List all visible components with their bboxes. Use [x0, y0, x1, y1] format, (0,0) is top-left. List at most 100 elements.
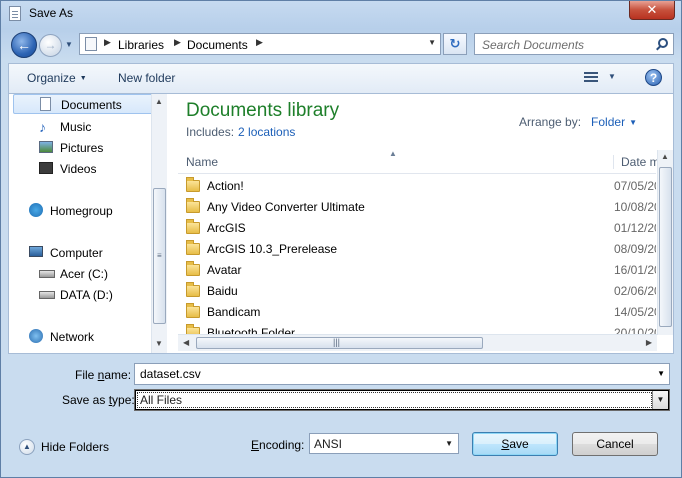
list-item[interactable]: ArcGIS 10.3_Prerelease 08/09/20: [178, 239, 656, 260]
file-date: 08/09/20: [614, 242, 656, 256]
file-name: Action!: [207, 179, 244, 193]
file-name: Baidu: [207, 284, 238, 298]
list-item[interactable]: Any Video Converter Ultimate 10/08/20: [178, 197, 656, 218]
pictures-icon: [39, 141, 53, 153]
list-item[interactable]: Baidu 02/06/20: [178, 281, 656, 302]
address-dropdown-icon[interactable]: ▼: [428, 38, 436, 47]
save-type-select[interactable]: All Files ▼: [134, 389, 670, 411]
save-type-value[interactable]: All Files: [137, 392, 652, 408]
arrange-by-dropdown[interactable]: Folder: [591, 115, 625, 129]
nav-item-label: Documents: [61, 98, 122, 112]
arrange-label: Arrange by:: [519, 115, 582, 129]
network-icon: [29, 329, 43, 343]
nav-item-label: Videos: [60, 162, 97, 176]
file-date: 07/05/20: [614, 179, 656, 193]
list-item[interactable]: Avatar 16/01/20: [178, 260, 656, 281]
computer-icon: [29, 246, 43, 257]
view-dropdown-icon[interactable]: ▼: [608, 72, 616, 81]
file-name: Any Video Converter Ultimate: [207, 200, 365, 214]
label-part: ame:: [104, 368, 132, 382]
nav-item-label: Music: [60, 120, 92, 134]
file-date: 02/06/20: [614, 284, 656, 298]
cancel-button[interactable]: Cancel: [572, 432, 658, 456]
encoding-select[interactable]: ANSI ▼: [309, 433, 459, 454]
music-icon: ♪: [39, 119, 46, 135]
scroll-up-icon[interactable]: ▲: [155, 97, 163, 106]
notepad-icon: [9, 6, 21, 21]
list-item[interactable]: Bandicam 14/05/20: [178, 302, 656, 323]
chevron-down-icon: ▼: [79, 75, 87, 82]
chevron-down-icon[interactable]: ▼: [657, 369, 665, 378]
command-bar: Organize ▼ New folder ▼ ?: [8, 63, 674, 93]
breadcrumb-documents[interactable]: Documents: [187, 38, 248, 52]
recent-pages-dropdown[interactable]: ▼: [65, 40, 73, 49]
chevron-down-icon[interactable]: ▼: [629, 118, 637, 127]
save-button[interactable]: Save: [472, 432, 558, 456]
grip-icon: ≡: [157, 251, 162, 260]
nav-item-label: Acer (C:): [60, 267, 108, 281]
navigation-pane: Documents ♪ Music Pictures Videos Homegr…: [9, 94, 167, 353]
file-date: 14/05/20: [614, 305, 656, 319]
back-button[interactable]: ←: [11, 32, 37, 58]
file-date: 16/01/20: [614, 263, 656, 277]
file-name: Bluetooth Folder: [207, 326, 296, 334]
scroll-right-icon[interactable]: ▶: [646, 338, 652, 347]
scroll-up-icon[interactable]: ▲: [661, 152, 669, 161]
file-name: Avatar: [207, 263, 242, 277]
organize-label: Organize: [27, 71, 76, 85]
window-title: Save As: [29, 6, 74, 20]
file-list-horizontal-scrollbar[interactable]: ◀ ||| ▶: [178, 334, 657, 351]
organize-button[interactable]: Organize ▼: [27, 71, 87, 85]
title-bar: Save As ✕: [1, 1, 681, 27]
close-button[interactable]: ✕: [629, 1, 675, 20]
folder-icon: [186, 303, 200, 318]
new-folder-button[interactable]: New folder: [118, 71, 175, 85]
folder-icon: [186, 324, 200, 334]
address-bar[interactable]: ▶ Libraries ▶ Documents ▶ ▼: [79, 33, 441, 55]
file-list-pane: Documents library Includes: 2 locations A…: [168, 94, 673, 353]
list-item[interactable]: ArcGIS 01/12/20: [178, 218, 656, 239]
file-name: ArcGIS: [207, 221, 246, 235]
save-as-dialog: Save As ✕ ← → ▼ ▶ Libraries ▶ Documents …: [0, 0, 682, 478]
scroll-down-icon[interactable]: ▼: [155, 339, 163, 348]
nav-item-label: Network: [50, 330, 95, 344]
refresh-button[interactable]: ↻: [443, 33, 467, 55]
label-part: ype:: [112, 393, 135, 407]
scroll-left-icon[interactable]: ◀: [183, 338, 189, 347]
chevron-up-icon: ▲: [19, 439, 35, 455]
documents-icon: [40, 97, 51, 111]
breadcrumb-separator-icon[interactable]: ▶: [174, 37, 181, 48]
view-options-icon[interactable]: [584, 72, 598, 84]
breadcrumb-separator-icon[interactable]: ▶: [256, 37, 263, 48]
help-icon[interactable]: ?: [645, 69, 662, 86]
browser-pane: Documents ♪ Music Pictures Videos Homegr…: [8, 93, 674, 354]
arrange-by: Arrange by: Folder ▼: [519, 115, 637, 129]
scrollbar-thumb[interactable]: [659, 167, 672, 327]
forward-button[interactable]: →: [39, 34, 62, 57]
library-icon: [85, 37, 97, 51]
file-name: Bandicam: [207, 305, 261, 319]
chevron-down-icon[interactable]: ▼: [652, 391, 668, 409]
navigation-scrollbar[interactable]: ▲ ≡ ▼: [151, 94, 167, 353]
drive-d-icon: [39, 291, 55, 299]
list-item[interactable]: Action! 07/05/20: [178, 176, 656, 197]
breadcrumb-separator-icon[interactable]: ▶: [104, 37, 111, 48]
column-name[interactable]: Name: [186, 155, 218, 169]
label-part: ave: [509, 437, 529, 451]
save-type-label: Save as type:: [62, 393, 135, 407]
chevron-down-icon[interactable]: ▼: [445, 439, 453, 448]
scrollbar-thumb[interactable]: |||: [196, 337, 483, 349]
search-input[interactable]: Search Documents: [482, 38, 584, 52]
list-item[interactable]: Bluetooth Folder 20/10/20: [178, 323, 656, 334]
scrollbar-thumb[interactable]: ≡: [153, 188, 166, 324]
nav-item-documents[interactable]: Documents: [13, 94, 153, 114]
locations-link[interactable]: 2 locations: [238, 125, 295, 139]
search-icon[interactable]: [658, 38, 668, 48]
encoding-value: ANSI: [314, 437, 343, 451]
breadcrumb-libraries[interactable]: Libraries: [118, 38, 164, 52]
search-box[interactable]: Search Documents: [474, 33, 674, 55]
file-name-input[interactable]: [140, 367, 640, 381]
file-name-combobox[interactable]: ▼: [134, 363, 670, 385]
file-list-vertical-scrollbar[interactable]: ▲: [657, 150, 673, 335]
folder-icon: [186, 261, 200, 276]
